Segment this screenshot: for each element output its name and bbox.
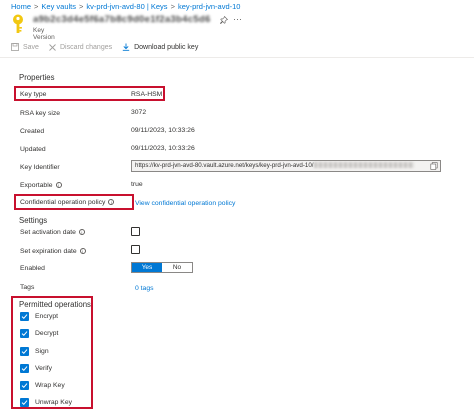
permitted-op-label: Sign bbox=[35, 348, 49, 355]
info-icon[interactable]: i bbox=[108, 199, 115, 206]
settings-heading: Settings bbox=[19, 216, 48, 225]
view-confidential-policy-link[interactable]: View confidential operation policy bbox=[135, 200, 235, 207]
more-options-button[interactable]: ··· bbox=[233, 14, 242, 24]
expiration-label: Set expiration date bbox=[20, 248, 77, 255]
key-identifier-redacted bbox=[314, 162, 415, 169]
permitted-op-verify[interactable]: Verify bbox=[20, 364, 52, 373]
breadcrumb-home[interactable]: Home bbox=[11, 2, 31, 11]
checked-checkbox-icon[interactable] bbox=[20, 398, 29, 407]
updated-label: Updated bbox=[20, 146, 46, 153]
activation-label: Set activation date bbox=[20, 229, 76, 236]
info-icon[interactable]: i bbox=[55, 182, 62, 189]
exportable-label: Exportable bbox=[20, 182, 53, 189]
confidential-policy-row: Confidential operation policy i bbox=[20, 199, 115, 206]
expiration-checkbox[interactable] bbox=[131, 245, 140, 254]
enabled-no-option[interactable]: No bbox=[162, 263, 192, 272]
breadcrumb-key-vaults[interactable]: Key vaults bbox=[41, 2, 76, 11]
enabled-label: Enabled bbox=[20, 265, 45, 272]
created-label: Created bbox=[20, 128, 45, 135]
updated-value: 09/11/2023, 10:33:26 bbox=[131, 145, 195, 152]
key-identifier-field[interactable]: https://kv-prd-jvn-avd-80.vault.azure.ne… bbox=[131, 160, 441, 172]
key-size-value: 3072 bbox=[131, 109, 147, 116]
key-size-label: RSA key size bbox=[20, 110, 61, 117]
permitted-op-label: Decrypt bbox=[35, 330, 59, 337]
activation-row: Set activation date i bbox=[20, 229, 85, 236]
checked-checkbox-icon[interactable] bbox=[20, 312, 29, 321]
download-icon bbox=[122, 43, 130, 51]
permitted-op-label: Wrap Key bbox=[35, 382, 65, 389]
enabled-toggle[interactable]: Yes No bbox=[131, 262, 193, 273]
discard-label: Discard changes bbox=[59, 43, 113, 51]
breadcrumb-separator: > bbox=[170, 2, 175, 11]
enabled-yes-option[interactable]: Yes bbox=[132, 263, 162, 272]
exportable-value: true bbox=[131, 181, 143, 188]
checked-checkbox-icon[interactable] bbox=[20, 381, 29, 390]
permitted-op-sign[interactable]: Sign bbox=[20, 347, 49, 356]
checked-checkbox-icon[interactable] bbox=[20, 329, 29, 338]
expiration-row: Set expiration date i bbox=[20, 248, 86, 255]
confidential-policy-label: Confidential operation policy bbox=[20, 199, 106, 206]
properties-heading: Properties bbox=[19, 73, 55, 82]
toolbar: Save Discard changes Download public key bbox=[11, 41, 208, 53]
info-icon[interactable]: i bbox=[78, 229, 85, 236]
page-subtitle: Key Version bbox=[33, 27, 55, 41]
tags-label: Tags bbox=[20, 284, 35, 291]
permitted-op-label: Verify bbox=[35, 365, 52, 372]
breadcrumb: Home > Key vaults > kv-prd-jvn-avd-80 | Keys… bbox=[11, 2, 240, 11]
exportable-row: Exportable i bbox=[20, 182, 62, 189]
breadcrumb-vault-keys[interactable]: kv-prd-jvn-avd-80 | Keys bbox=[86, 2, 167, 11]
save-icon bbox=[11, 43, 19, 51]
breadcrumb-separator: > bbox=[79, 2, 84, 11]
key-icon bbox=[13, 14, 23, 33]
permitted-operations-heading: Permitted operations bbox=[19, 300, 91, 309]
key-identifier-label: Key Identifier bbox=[20, 164, 60, 171]
permitted-op-encrypt[interactable]: Encrypt bbox=[20, 312, 58, 321]
close-icon bbox=[49, 43, 56, 51]
toolbar-divider bbox=[0, 57, 474, 58]
permitted-op-decrypt[interactable]: Decrypt bbox=[20, 329, 58, 338]
activation-checkbox[interactable] bbox=[131, 227, 140, 236]
checked-checkbox-icon[interactable] bbox=[20, 347, 29, 356]
download-label: Download public key bbox=[134, 43, 199, 51]
permitted-op-unwrap-key[interactable]: Unwrap Key bbox=[20, 398, 72, 407]
permitted-op-label: Encrypt bbox=[35, 313, 59, 320]
permitted-op-wrap-key[interactable]: Wrap Key bbox=[20, 381, 65, 390]
key-identifier-value: https://kv-prd-jvn-avd-80.vault.azure.ne… bbox=[135, 162, 314, 169]
copy-icon[interactable] bbox=[430, 162, 438, 170]
permitted-op-label: Unwrap Key bbox=[35, 399, 73, 406]
pin-icon[interactable] bbox=[220, 16, 228, 24]
discard-changes-button[interactable]: Discard changes bbox=[49, 44, 112, 51]
save-button[interactable]: Save bbox=[11, 43, 39, 51]
breadcrumb-key[interactable]: key-prd-jvn-avd-10 bbox=[178, 2, 241, 11]
created-value: 09/11/2023, 10:33:26 bbox=[131, 127, 195, 134]
save-label: Save bbox=[23, 43, 39, 51]
checked-checkbox-icon[interactable] bbox=[20, 364, 29, 373]
tags-link[interactable]: 0 tags bbox=[135, 285, 154, 292]
page-title: a9b2c3d4e5f6a7b8c9d0e1f2a3b4c5d6 bbox=[33, 14, 211, 25]
key-type-label: Key type bbox=[20, 91, 47, 98]
info-icon[interactable]: i bbox=[79, 248, 86, 255]
breadcrumb-separator: > bbox=[34, 2, 39, 11]
key-type-value: RSA-HSM bbox=[131, 91, 163, 98]
download-public-key-button[interactable]: Download public key bbox=[122, 43, 198, 51]
